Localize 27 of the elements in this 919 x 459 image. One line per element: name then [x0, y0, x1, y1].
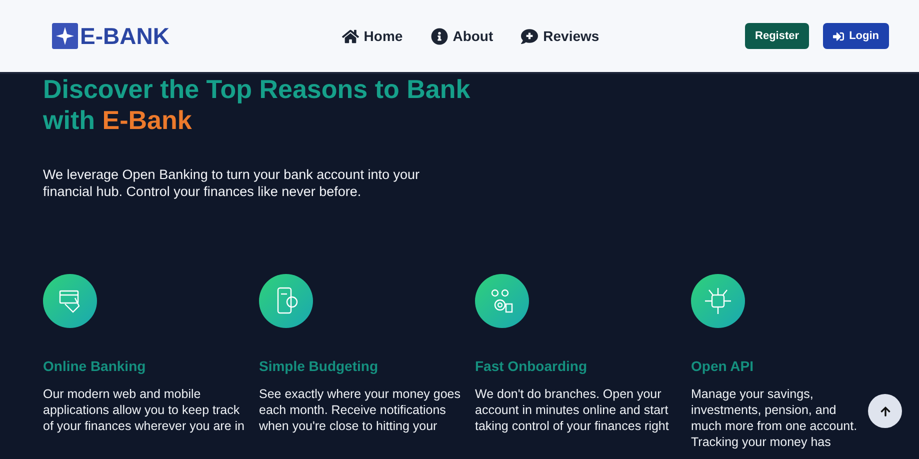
login-button[interactable]: Login [823, 23, 889, 49]
people-icon [475, 274, 529, 328]
nav-link[interactable]: Reviews [521, 28, 600, 44]
home-icon [342, 28, 359, 44]
logo-text: E-BANK [80, 22, 170, 50]
register-button[interactable]: Register [745, 23, 810, 49]
chip-icon [691, 274, 745, 328]
phone-icon [259, 274, 313, 328]
arrow-up-icon [880, 406, 890, 416]
feature-title: Online Banking [43, 358, 146, 374]
info-icon [430, 28, 448, 44]
scroll-top-button[interactable] [868, 394, 902, 428]
logo-icon [52, 23, 78, 49]
nav-link[interactable]: Home [342, 28, 403, 44]
login-icon [833, 30, 844, 42]
feature-text: We don't do branches. Open your account in minutes online and start taking control of your finances right [475, 386, 670, 434]
card-icon [43, 274, 97, 328]
nav-link[interactable]: About [430, 28, 494, 44]
hero-text: We leverage Open Banking to turn your bank account into your financial hub. Control your finances like never before. [43, 166, 420, 200]
feature-text: Manage your savings, investments, pension, and much more from one account. Tracking your money has [691, 386, 858, 450]
feature-title: Simple Budgeting [259, 358, 378, 374]
feature-title: Fast Onboarding [475, 358, 587, 374]
feature-text: Our modern web and mobile applications allow you to keep track of your finances wherever you are in [43, 386, 246, 434]
hero-heading: Discover the Top Reasons to Bank with E-Bank [43, 74, 472, 136]
feature-text: See exactly where your money goes each month. Receive notifications when you're close to hitting your [259, 386, 462, 434]
comment-icon [521, 28, 538, 44]
feature-title: Open API [691, 358, 754, 374]
